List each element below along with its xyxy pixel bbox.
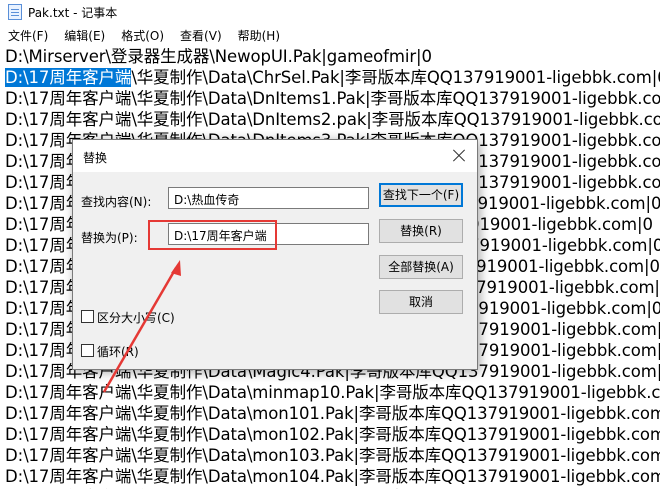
annotation-arrow [102,260,181,393]
